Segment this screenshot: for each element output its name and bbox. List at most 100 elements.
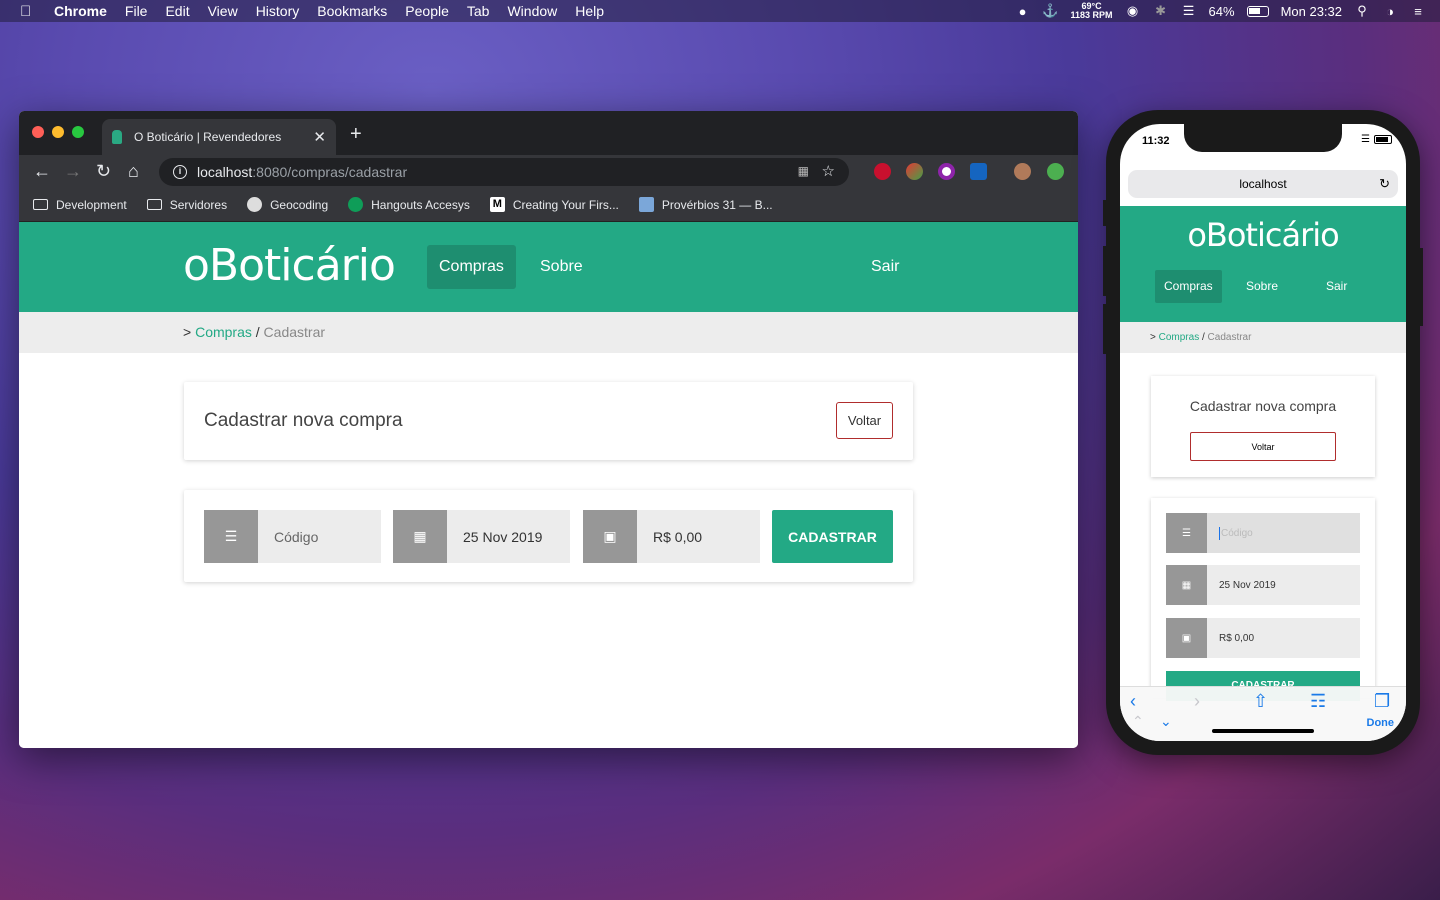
phone-reload-icon[interactable]: ↻ xyxy=(1379,170,1390,198)
bookmark-servidores[interactable]: Servidores xyxy=(146,197,228,212)
color-picker-extension-icon[interactable] xyxy=(906,163,923,180)
phone-back-icon[interactable]: ‹ xyxy=(1130,691,1136,712)
minimize-window-button[interactable] xyxy=(52,126,64,138)
bookmark-star-icon[interactable]: ☆ xyxy=(822,162,835,180)
phone-prev-field-icon[interactable]: ⌃ xyxy=(1132,713,1144,730)
phone-codigo-placeholder: Código xyxy=(1221,527,1253,539)
menu-view[interactable]: View xyxy=(208,3,238,19)
nav-compras[interactable]: Compras xyxy=(427,245,516,289)
breadcrumb-current: Cadastrar xyxy=(263,324,326,340)
adblock-extension-icon[interactable] xyxy=(874,163,891,180)
submit-button[interactable]: CADASTRAR xyxy=(772,510,893,563)
phone-next-field-icon[interactable]: ⌄ xyxy=(1160,713,1172,730)
menu-bar:  Chrome File Edit View History Bookmark… xyxy=(0,0,1440,22)
folder-icon xyxy=(146,199,162,210)
phone-codigo-field[interactable]: ☰ Código xyxy=(1166,513,1360,553)
wifi-icon[interactable]: ☰ xyxy=(1181,3,1197,18)
breadcrumb-link-compras[interactable]: Compras xyxy=(195,324,252,340)
menu-tab[interactable]: Tab xyxy=(467,3,490,19)
extension-blue-icon[interactable] xyxy=(970,163,987,180)
value-input[interactable]: R$ 0,00 xyxy=(637,510,760,563)
menu-bookmarks[interactable]: Bookmarks xyxy=(317,3,387,19)
profile-avatar[interactable] xyxy=(1014,163,1031,180)
apple-icon[interactable]:  xyxy=(20,3,40,20)
phone-form-card: ☰ Código ▦ 25 Nov 2019 ▣ R$ 0,00 CADASTR… xyxy=(1151,498,1375,701)
back-button[interactable]: Voltar xyxy=(836,402,893,439)
menu-help[interactable]: Help xyxy=(575,3,604,19)
boticario-logo[interactable]: oBoticário xyxy=(183,240,396,291)
home-icon[interactable]: ⌂ xyxy=(128,161,139,182)
phone-tabs-icon[interactable]: ❐ xyxy=(1374,691,1390,712)
phone-nav-sobre[interactable]: Sobre xyxy=(1237,270,1287,303)
bookmark-hangouts[interactable]: Hangouts Accesys xyxy=(348,197,470,212)
bookmark-geocoding[interactable]: Geocoding xyxy=(247,197,328,212)
docker-icon[interactable]: ⚓ xyxy=(1042,3,1058,18)
phone-nav-compras[interactable]: Compras xyxy=(1155,270,1222,303)
bookmark-label: Servidores xyxy=(169,197,228,212)
phone-back-button[interactable]: Voltar xyxy=(1190,432,1336,461)
phone-bookmarks-icon[interactable]: ☶ xyxy=(1310,691,1326,712)
menu-edit[interactable]: Edit xyxy=(165,3,189,19)
phone-share-icon[interactable]: ⇧ xyxy=(1253,691,1268,712)
menu-clock[interactable]: Mon 23:32 xyxy=(1281,4,1342,19)
bluetooth-icon[interactable]: ✱ xyxy=(1153,3,1169,18)
url-path: :8080/compras/cadastrar xyxy=(252,164,408,180)
maximize-window-button[interactable] xyxy=(72,126,84,138)
title-card: Cadastrar nova compra Voltar xyxy=(184,382,913,460)
phone-nav-sair[interactable]: Sair xyxy=(1317,270,1356,303)
home-indicator xyxy=(1212,729,1314,733)
codigo-input[interactable]: Código xyxy=(258,510,381,563)
site-info-icon[interactable]: i xyxy=(173,165,187,179)
nav-sobre[interactable]: Sobre xyxy=(528,245,595,289)
menu-people[interactable]: People xyxy=(405,3,449,19)
menu-app-name[interactable]: Chrome xyxy=(54,3,107,19)
battery-icon[interactable] xyxy=(1246,5,1269,17)
temperature-readout[interactable]: 69°C 1183 RPM xyxy=(1071,2,1113,20)
reload-icon[interactable]: ↻ xyxy=(96,161,111,182)
extension-circle-icon[interactable] xyxy=(938,163,955,180)
nav-sair[interactable]: Sair xyxy=(859,245,911,289)
tab-strip: O Boticário | Revendedores ✕ + xyxy=(19,111,1078,155)
phone-value-input[interactable]: R$ 0,00 xyxy=(1207,618,1360,658)
update-icon[interactable] xyxy=(1047,163,1064,180)
phone-forward-icon[interactable]: › xyxy=(1194,691,1200,712)
bookmark-development[interactable]: Development xyxy=(33,198,127,212)
back-arrow-icon[interactable]: ← xyxy=(33,161,51,182)
breadcrumb-prefix: > xyxy=(183,324,192,340)
phone-date-input[interactable]: 25 Nov 2019 xyxy=(1207,565,1360,605)
phone-date-field[interactable]: ▦ 25 Nov 2019 xyxy=(1166,565,1360,605)
phone-breadcrumb: > Compras / Cadastrar xyxy=(1120,322,1406,353)
phone-address-bar[interactable]: localhost ↻ xyxy=(1128,170,1398,198)
phone-codigo-input[interactable]: Código xyxy=(1207,513,1360,553)
spotlight-search-icon[interactable]: ⚲ xyxy=(1354,3,1370,18)
phone-breadcrumb-link[interactable]: Compras xyxy=(1159,332,1200,343)
codigo-field[interactable]: ☰ Código xyxy=(204,510,381,563)
menu-window[interactable]: Window xyxy=(507,3,557,19)
bible-icon xyxy=(638,197,654,212)
money-icon: ▣ xyxy=(583,510,637,563)
close-tab-icon[interactable]: ✕ xyxy=(313,128,326,146)
value-field[interactable]: ▣ R$ 0,00 xyxy=(583,510,760,563)
phone-value-field[interactable]: ▣ R$ 0,00 xyxy=(1166,618,1360,658)
date-field[interactable]: ▦ 25 Nov 2019 xyxy=(393,510,570,563)
phone-boticario-logo[interactable]: oBoticário xyxy=(1120,216,1406,254)
boticario-favicon-icon xyxy=(112,130,122,144)
menu-file[interactable]: File xyxy=(125,3,148,19)
bitcoin-icon[interactable]: ◉ xyxy=(1125,3,1141,18)
notification-center-icon[interactable]: ≡ xyxy=(1410,4,1426,19)
translate-icon[interactable]: ▦ xyxy=(798,164,809,178)
elephant-icon[interactable]: ● xyxy=(1015,4,1031,19)
bookmark-label: Development xyxy=(56,197,127,212)
close-window-button[interactable] xyxy=(32,126,44,138)
phone-done-button[interactable]: Done xyxy=(1367,717,1395,729)
date-input[interactable]: 25 Nov 2019 xyxy=(447,510,570,563)
bookmark-proverbios[interactable]: Provérbios 31 — B... xyxy=(638,197,773,212)
phone-money-icon: ▣ xyxy=(1166,618,1207,658)
address-bar[interactable]: i localhost:8080/compras/cadastrar ▦ ☆ xyxy=(159,158,849,186)
forward-arrow-icon[interactable]: → xyxy=(64,161,82,182)
active-tab[interactable]: O Boticário | Revendedores ✕ xyxy=(102,119,336,155)
bookmark-medium[interactable]: M Creating Your Firs... xyxy=(489,197,619,212)
new-tab-icon[interactable]: + xyxy=(350,123,362,146)
menu-history[interactable]: History xyxy=(256,3,300,19)
siri-icon[interactable]: ◑ xyxy=(1382,4,1398,19)
